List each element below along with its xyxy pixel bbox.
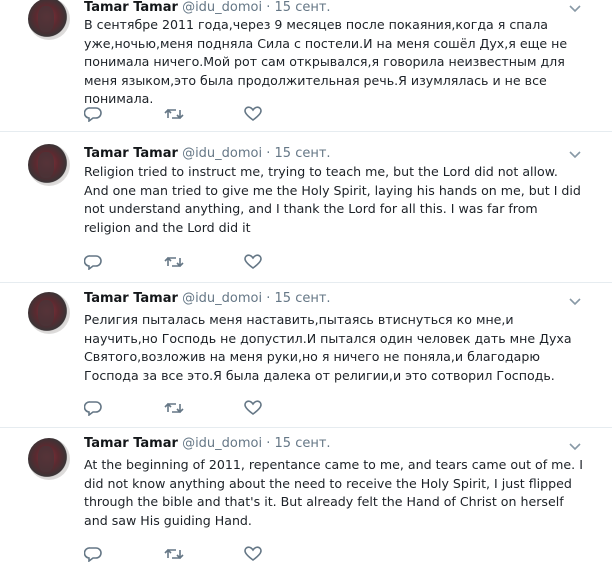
tweet-date[interactable]: 15 сент. [275,436,331,451]
retweet-icon[interactable] [164,254,186,274]
chevron-down-icon[interactable] [568,4,582,14]
like-icon[interactable] [244,546,266,566]
like-icon[interactable] [244,400,266,420]
avatar[interactable] [28,144,70,186]
retweet-icon[interactable] [164,400,186,420]
reply-icon[interactable] [84,254,106,274]
tweet-feed: Tamar Tamar @idu_domoi · 15 сент. В сент… [0,0,612,571]
tweet[interactable]: Tamar Tamar @idu_domoi · 15 сент. Religi… [0,132,612,283]
user-handle[interactable]: @idu_domoi [182,0,262,15]
retweet-icon[interactable] [164,546,186,566]
tweet-text: Religion tried to instruct me, trying to… [84,164,581,235]
user-handle[interactable]: @idu_domoi [182,436,262,451]
tweet[interactable]: Tamar Tamar @idu_domoi · 15 сент. В сент… [0,0,612,132]
user-name[interactable]: Tamar Tamar [84,0,178,15]
user-handle[interactable]: @idu_domoi [182,146,262,161]
avatar[interactable] [28,292,70,334]
chevron-down-icon[interactable] [568,297,582,307]
user-name[interactable]: Tamar Tamar [84,146,178,161]
separator: · [266,436,271,451]
tweet-header: Tamar Tamar @idu_domoi · 15 сент. [84,436,331,452]
like-icon[interactable] [244,254,266,274]
tweet-text: Религия пыталась меня наставить,пытаясь … [84,312,572,383]
like-icon[interactable] [244,106,266,126]
separator: · [266,0,271,15]
separator: · [266,146,271,161]
tweet[interactable]: Tamar Tamar @idu_domoi · 15 сент. Религи… [0,283,612,428]
chevron-down-icon[interactable] [568,442,582,452]
separator: · [266,291,271,306]
tweet-header: Tamar Tamar @idu_domoi · 15 сент. [84,0,331,16]
retweet-icon[interactable] [164,106,186,126]
avatar[interactable] [28,0,70,40]
tweet-date[interactable]: 15 сент. [275,0,331,15]
tweet-text: В сентябре 2011 года,через 9 месяцев пос… [84,17,568,106]
tweet-header: Tamar Tamar @idu_domoi · 15 сент. [84,146,331,162]
tweet-text: At the beginning of 2011, repentance cam… [84,457,583,528]
user-handle[interactable]: @idu_domoi [182,291,262,306]
tweet-date[interactable]: 15 сент. [275,291,331,306]
reply-icon[interactable] [84,106,106,126]
reply-icon[interactable] [84,400,106,420]
user-name[interactable]: Tamar Tamar [84,291,178,306]
avatar[interactable] [28,438,70,480]
tweet-date[interactable]: 15 сент. [275,146,331,161]
reply-icon[interactable] [84,546,106,566]
tweet-header: Tamar Tamar @idu_domoi · 15 сент. [84,291,331,307]
chevron-down-icon[interactable] [568,150,582,160]
tweet[interactable]: Tamar Tamar @idu_domoi · 15 сент. At the… [0,428,612,571]
user-name[interactable]: Tamar Tamar [84,436,178,451]
